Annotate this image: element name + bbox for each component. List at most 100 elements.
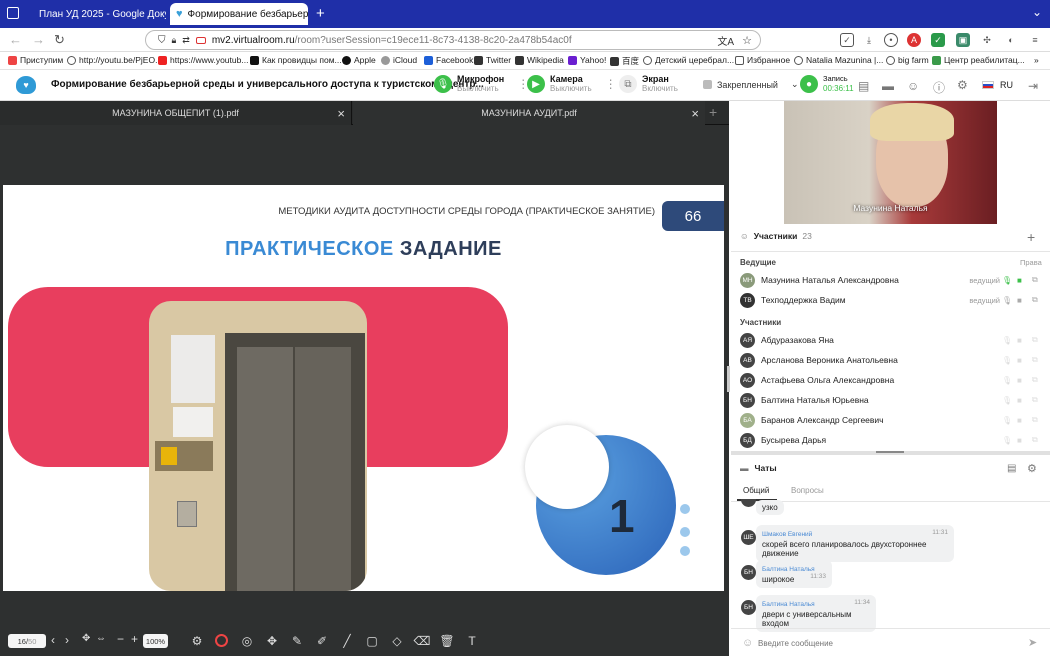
info-icon[interactable]: ⓘ [933, 79, 945, 96]
add-document-icon[interactable]: + [709, 104, 717, 120]
toggle-icon[interactable]: ◐ [1004, 33, 1018, 47]
zoom-in-icon[interactable]: + [131, 632, 138, 646]
bookmark-item[interactable]: Natalia Mazunina |... [794, 55, 883, 65]
mic-icon[interactable]: 🎙︎ [1002, 396, 1012, 405]
chevron-down-icon[interactable]: ⌄ [1032, 5, 1042, 19]
participant-row[interactable]: АО Астафьева Ольга Александровна 🎙︎ ■ ⧉ [740, 371, 1040, 389]
bookmark-item[interactable]: Apple [342, 55, 376, 65]
exit-icon[interactable]: ⇥ [1028, 79, 1038, 93]
screen-icon[interactable]: ⧉ [1032, 395, 1038, 405]
prev-page-icon[interactable]: ‹ [51, 633, 55, 647]
bookmark-item[interactable]: 百度 [610, 55, 639, 67]
shape-icon[interactable]: ◇ [390, 634, 404, 648]
browser-tab-room[interactable]: ♥ Формирование безбарьерной × [170, 3, 308, 25]
bookmark-item[interactable]: Twitter [474, 55, 511, 65]
screen-icon[interactable]: ⧉ [1032, 295, 1038, 305]
layout-select[interactable]: Закрепленный ⌄ [703, 79, 799, 90]
account-icon[interactable]: • [884, 33, 898, 47]
bookmark-item[interactable]: Как провидцы пом... [250, 55, 342, 65]
camera-icon[interactable]: ■ [1017, 276, 1022, 285]
notes-icon[interactable]: ▤ [858, 79, 869, 93]
url-field[interactable]: ⛉ 🔒︎ ⇄ mv2.virtualroom.ru/room?userSessi… [145, 30, 761, 50]
host-row[interactable]: ТВ Техподдержка Вадим ведущий 🎙︎ ■ ⧉ [740, 291, 1040, 309]
pencil-icon[interactable]: ✎ [290, 634, 304, 648]
move-icon[interactable]: ✥ [265, 634, 279, 648]
folder-icon[interactable]: ▬ [882, 79, 894, 93]
marker-icon[interactable]: ✐ [315, 634, 329, 648]
browser-tab-plan[interactable]: План УД 2025 - Google Докуме × [28, 3, 166, 25]
rectangle-icon[interactable]: ▢ [365, 634, 379, 648]
reload-icon[interactable]: ↻ [54, 32, 65, 48]
zoom-level[interactable]: 100% [143, 634, 168, 648]
mic-icon[interactable]: 🎙︎ [1002, 276, 1012, 285]
menu-icon[interactable]: ≡ [1028, 33, 1042, 47]
bookmark-item[interactable]: Центр реабилитац... [932, 55, 1025, 65]
bookmark-item[interactable]: Детский церебрал... [643, 55, 734, 65]
camera-button[interactable]: ▶ Камера Выключить ⋮ [527, 74, 617, 94]
screen-icon[interactable]: ⧉ [1032, 275, 1038, 285]
download-icon[interactable]: ⤓ [862, 33, 876, 47]
mic-icon[interactable]: 🎙︎ [1002, 376, 1012, 385]
screen-icon[interactable]: ⧉ [1032, 415, 1038, 425]
close-icon[interactable]: × [691, 106, 699, 121]
line-icon[interactable]: ╱ [340, 634, 354, 648]
close-icon[interactable]: × [337, 106, 345, 121]
star-icon[interactable]: ☆ [742, 34, 752, 47]
record-indicator[interactable]: ● Запись 00:36:11 [800, 74, 854, 94]
screen-icon[interactable]: ⧉ [1032, 375, 1038, 385]
mic-icon[interactable]: 🎙︎ [1002, 356, 1012, 365]
pocket-icon[interactable]: ✓ [840, 33, 854, 47]
puzzle-icon[interactable]: ✣ [980, 33, 994, 47]
mic-button[interactable]: 🎙︎ Микрофон Выключить ⋮ [434, 74, 529, 94]
grab-bar[interactable] [876, 451, 904, 453]
extension-green-icon[interactable]: ▣ [956, 33, 970, 47]
bookmark-item[interactable]: Wikipedia [515, 55, 564, 65]
camera-icon[interactable]: ■ [1017, 336, 1022, 345]
chat-message-input[interactable] [758, 634, 1018, 652]
add-participant-icon[interactable]: + [1027, 229, 1035, 245]
screen-icon[interactable]: ⧉ [1032, 335, 1038, 345]
chat-settings-icon[interactable]: ⚙ [1027, 462, 1037, 475]
text-icon[interactable]: T [465, 634, 479, 648]
chat-list-icon[interactable]: ▤ [1007, 463, 1016, 474]
color-picker-icon[interactable] [215, 634, 228, 647]
tab-overview-icon[interactable] [7, 7, 19, 19]
send-icon[interactable]: ➤ [1028, 636, 1037, 649]
participant-row[interactable]: БД Бусырева Дарья 🎙︎ ■ ⧉ [740, 431, 1040, 449]
bookmark-item[interactable]: Yahoo! [568, 55, 606, 65]
adblock-icon[interactable]: A [907, 33, 921, 47]
new-tab-button[interactable]: + [316, 5, 325, 22]
next-page-icon[interactable]: › [65, 633, 69, 647]
emoji-icon[interactable]: ☺ [742, 637, 753, 649]
camera-icon[interactable]: ■ [1017, 376, 1022, 385]
chat-tab-questions[interactable]: Вопросы [791, 486, 824, 495]
translate-icon[interactable]: 文A [717, 33, 734, 48]
mic-icon[interactable]: 🎙︎ [1002, 336, 1012, 345]
eraser-icon[interactable]: ⌫ [414, 634, 431, 648]
mic-icon[interactable]: 🎙︎ [1002, 416, 1012, 425]
forward-icon[interactable]: → [32, 32, 45, 47]
chat-tab-general[interactable]: Общий [743, 486, 769, 495]
bookmark-item[interactable]: Facebook [424, 55, 473, 65]
screen-icon[interactable]: ⧉ [1032, 435, 1038, 445]
participant-row[interactable]: БН Балтина Наталья Юрьевна 🎙︎ ■ ⧉ [740, 391, 1040, 409]
laser-pointer-icon[interactable]: ◎ [240, 634, 254, 648]
back-icon[interactable]: ← [9, 32, 22, 47]
participant-row[interactable]: АЯ Абдуразакова Яна 🎙︎ ■ ⧉ [740, 331, 1040, 349]
screen-share-button[interactable]: ⧉ Экран Включить [619, 74, 678, 94]
more-bookmarks-icon[interactable]: » [1034, 55, 1039, 65]
doc-tab-audit[interactable]: МАЗУНИНА АУДИТ.pdf × [353, 101, 705, 125]
camera-icon[interactable]: ■ [1017, 436, 1022, 445]
zoom-out-icon[interactable]: − [117, 632, 124, 646]
settings-icon[interactable]: ⚙ [190, 634, 204, 648]
mic-icon[interactable]: 🎙︎ [1002, 296, 1012, 305]
bookmark-item[interactable]: Приступим [8, 55, 63, 65]
panel-splitter[interactable] [727, 366, 730, 392]
bookmark-item[interactable]: https://www.youtub... [158, 55, 248, 65]
permissions-icon[interactable]: ⇄ [182, 35, 190, 46]
mic-icon[interactable]: 🎙︎ [1002, 436, 1012, 445]
screen-icon[interactable]: ⧉ [1032, 355, 1038, 365]
bookmark-item[interactable]: Избранное [735, 55, 790, 65]
fit-width-icon[interactable]: ⇔ [96, 633, 106, 644]
bookmark-item[interactable]: iCloud [381, 55, 417, 65]
